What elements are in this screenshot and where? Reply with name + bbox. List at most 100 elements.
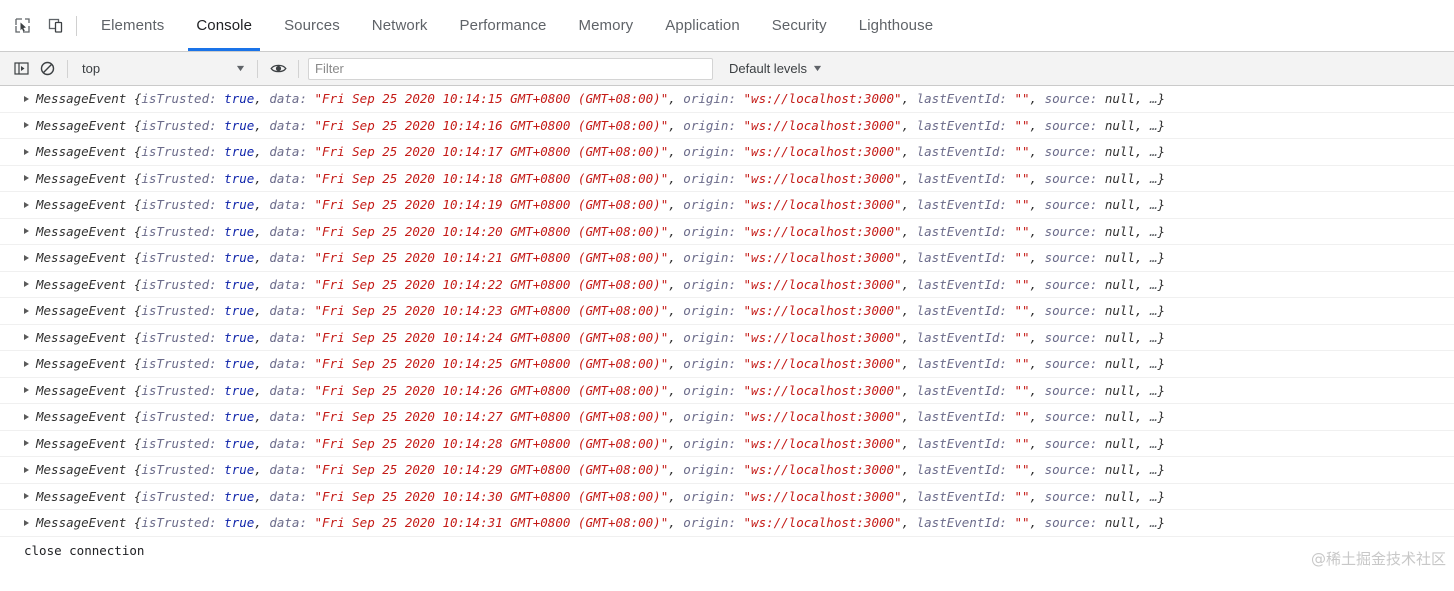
value-is-trusted: true [224,276,255,292]
console-message-row[interactable]: MessageEvent {isTrusted: true, data: "Fr… [0,298,1454,325]
comma: , [1134,91,1143,107]
property-last-event-id: lastEventId: [916,356,1007,372]
expand-triangle-icon[interactable] [24,201,29,208]
console-message-row[interactable]: MessageEvent {isTrusted: true, data: "Fr… [0,378,1454,404]
tab-label: Application [665,17,740,34]
log-levels-select[interactable]: Default levels ▼ [725,58,826,80]
tab-network[interactable]: Network [356,0,444,51]
comma: , [901,91,910,107]
value-last-event-id: "" [1014,329,1030,345]
comma: , [668,250,676,266]
filter-input[interactable] [308,57,713,80]
console-message-row[interactable]: MessageEvent {isTrusted: true, data: "Fr… [0,484,1454,510]
expand-triangle-icon[interactable] [24,95,29,102]
clear-console-icon[interactable] [34,56,60,82]
console-message-row[interactable]: MessageEvent {isTrusted: true, data: "Fr… [0,457,1454,484]
property-origin: origin: [683,117,736,133]
console-message-row[interactable]: MessageEvent {isTrusted: true, data: "Fr… [0,166,1454,192]
value-last-event-id: "" [1014,382,1030,398]
value-data: "Fri Sep 25 2020 10:14:15 GMT+0800 (GMT+… [314,91,669,107]
expand-triangle-icon[interactable] [24,519,29,526]
comma: , [668,303,676,319]
tabbar-icon-group [0,12,70,40]
console-message-row[interactable]: MessageEvent {isTrusted: true, data: "Fr… [0,192,1454,219]
tab-lighthouse[interactable]: Lighthouse [843,0,949,51]
comma: , [901,462,910,478]
value-source: null [1104,329,1135,345]
property-origin: origin: [683,435,736,451]
console-message-row[interactable]: MessageEvent {isTrusted: true, data: "Fr… [0,404,1454,431]
truncation-ellipsis: … [1149,462,1158,478]
console-message-row[interactable]: MessageEvent {isTrusted: true, data: "Fr… [0,351,1454,378]
value-data: "Fri Sep 25 2020 10:14:29 GMT+0800 (GMT+… [314,462,669,478]
comma: , [668,329,676,345]
expand-triangle-icon[interactable] [24,413,29,420]
tab-memory[interactable]: Memory [563,0,650,51]
tab-console[interactable]: Console [180,0,268,51]
close-brace: } [1157,329,1166,345]
object-class-name: MessageEvent [36,250,127,266]
execution-context-select[interactable]: top ▼ [75,58,250,80]
property-source: source: [1044,515,1098,531]
expand-triangle-icon[interactable] [24,387,29,394]
expand-triangle-icon[interactable] [24,228,29,235]
expand-triangle-icon[interactable] [24,148,29,155]
console-message-row[interactable]: MessageEvent {isTrusted: true, data: "Fr… [0,113,1454,139]
value-source: null [1104,462,1135,478]
message-event-object: MessageEvent {isTrusted: true, data: "Fr… [36,118,1165,133]
comma: , [901,382,910,398]
property-data: data: [269,223,307,239]
inspect-element-icon[interactable] [8,12,36,40]
expand-triangle-icon[interactable] [24,175,29,182]
value-origin: "ws://localhost:3000" [743,223,902,239]
console-message-row[interactable]: MessageEvent {isTrusted: true, data: "Fr… [0,219,1454,245]
expand-triangle-icon[interactable] [24,122,29,129]
truncation-ellipsis: … [1149,329,1158,345]
value-is-trusted: true [224,329,255,345]
chevron-down-icon: ▼ [234,63,247,73]
console-message-row[interactable]: MessageEvent {isTrusted: true, data: "Fr… [0,86,1454,113]
object-class-name: MessageEvent [36,197,127,213]
value-origin: "ws://localhost:3000" [743,303,902,319]
tab-elements[interactable]: Elements [85,0,180,51]
console-message-row[interactable]: MessageEvent {isTrusted: true, data: "Fr… [0,139,1454,166]
property-origin: origin: [683,382,736,398]
eye-icon[interactable] [265,56,291,82]
tab-sources[interactable]: Sources [268,0,356,51]
comma: , [668,462,676,478]
expand-triangle-icon[interactable] [24,360,29,367]
console-message-row[interactable]: MessageEvent {isTrusted: true, data: "Fr… [0,272,1454,298]
close-brace: } [1157,276,1166,292]
property-data: data: [269,117,307,133]
expand-triangle-icon[interactable] [24,466,29,473]
console-message-list[interactable]: MessageEvent {isTrusted: true, data: "Fr… [0,86,1454,591]
expand-triangle-icon[interactable] [24,493,29,500]
value-data: "Fri Sep 25 2020 10:14:27 GMT+0800 (GMT+… [314,409,669,425]
console-message-row[interactable]: MessageEvent {isTrusted: true, data: "Fr… [0,245,1454,272]
device-toolbar-icon[interactable] [42,12,70,40]
console-message-row[interactable]: MessageEvent {isTrusted: true, data: "Fr… [0,510,1454,537]
message-event-object: MessageEvent {isTrusted: true, data: "Fr… [36,515,1165,530]
object-class-name: MessageEvent [36,117,127,133]
truncation-ellipsis: … [1149,144,1158,160]
console-message-row[interactable]: MessageEvent {isTrusted: true, data: "Fr… [0,325,1454,351]
close-connection-text: close connection [24,542,145,558]
comma: , [254,515,262,531]
property-source: source: [1044,223,1098,239]
expand-triangle-icon[interactable] [24,334,29,341]
property-origin: origin: [683,170,736,186]
tab-application[interactable]: Application [649,0,755,51]
tab-security[interactable]: Security [756,0,843,51]
expand-triangle-icon[interactable] [24,254,29,261]
expand-triangle-icon[interactable] [24,307,29,314]
expand-triangle-icon[interactable] [24,440,29,447]
value-source: null [1104,250,1135,266]
toolbar-divider [298,59,299,78]
comma: , [901,223,910,239]
tab-performance[interactable]: Performance [444,0,563,51]
comma: , [1029,488,1038,504]
show-console-sidebar-icon[interactable] [8,56,34,82]
value-source: null [1104,382,1135,398]
expand-triangle-icon[interactable] [24,281,29,288]
console-message-row[interactable]: MessageEvent {isTrusted: true, data: "Fr… [0,431,1454,457]
